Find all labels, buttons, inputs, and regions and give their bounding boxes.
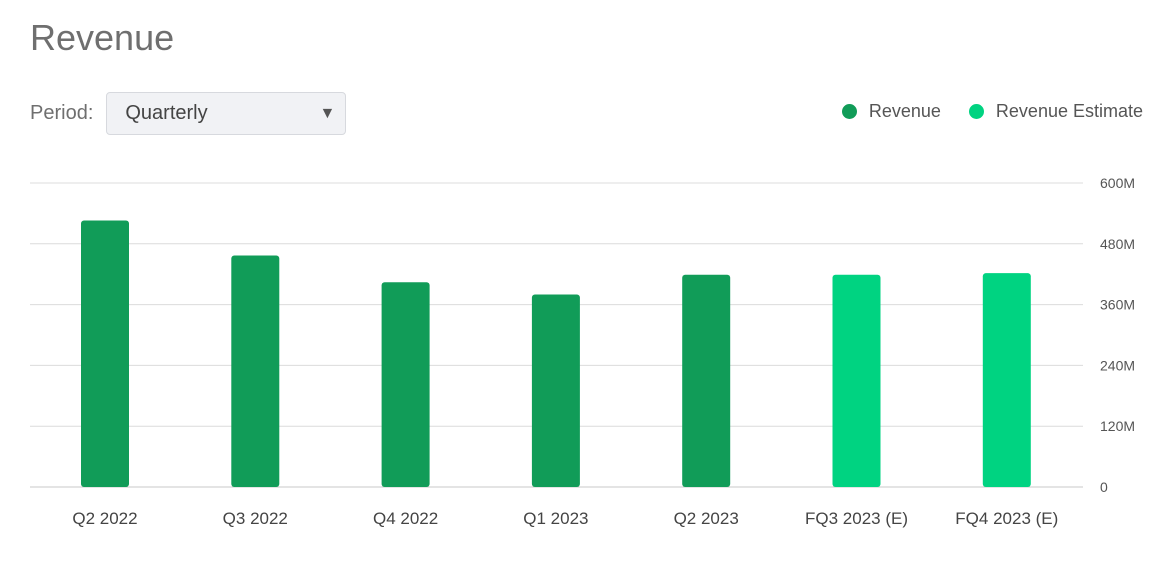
bars <box>81 220 1031 487</box>
x-tick-label: FQ3 2023 (E) <box>805 509 908 528</box>
x-tick-label: Q4 2022 <box>373 509 438 528</box>
x-tick-label: Q2 2023 <box>674 509 739 528</box>
x-tick-label: Q3 2022 <box>223 509 288 528</box>
bar-q2-2023[interactable] <box>682 274 731 487</box>
x-tick-label: Q1 2023 <box>523 509 588 528</box>
bar-q3-2022[interactable] <box>231 255 280 487</box>
y-tick-label: 0 <box>1100 479 1108 495</box>
bar-q1-2023[interactable] <box>531 294 580 487</box>
bar-fq4-2023-e[interactable] <box>982 273 1031 487</box>
y-tick-label: 240M <box>1100 357 1135 373</box>
revenue-bar-chart: 0 120M 240M 360M 480M 600M Q2 2022 Q3 2022 Q4 2… <box>30 175 1135 528</box>
bar-q4-2022[interactable] <box>381 282 430 487</box>
y-tick-label: 600M <box>1100 175 1135 191</box>
y-axis-ticks: 0 120M 240M 360M 480M 600M <box>1100 175 1135 495</box>
bar-fq3-2023-e[interactable] <box>832 274 881 487</box>
y-tick-label: 120M <box>1100 418 1135 434</box>
y-tick-label: 360M <box>1100 297 1135 313</box>
x-tick-label: Q2 2022 <box>72 509 137 528</box>
y-tick-label: 480M <box>1100 236 1135 252</box>
x-axis-labels: Q2 2022 Q3 2022 Q4 2022 Q1 2023 Q2 2023 FQ3 2… <box>72 509 1058 528</box>
x-tick-label: FQ4 2023 (E) <box>955 509 1058 528</box>
bar-q2-2022[interactable] <box>81 220 129 487</box>
